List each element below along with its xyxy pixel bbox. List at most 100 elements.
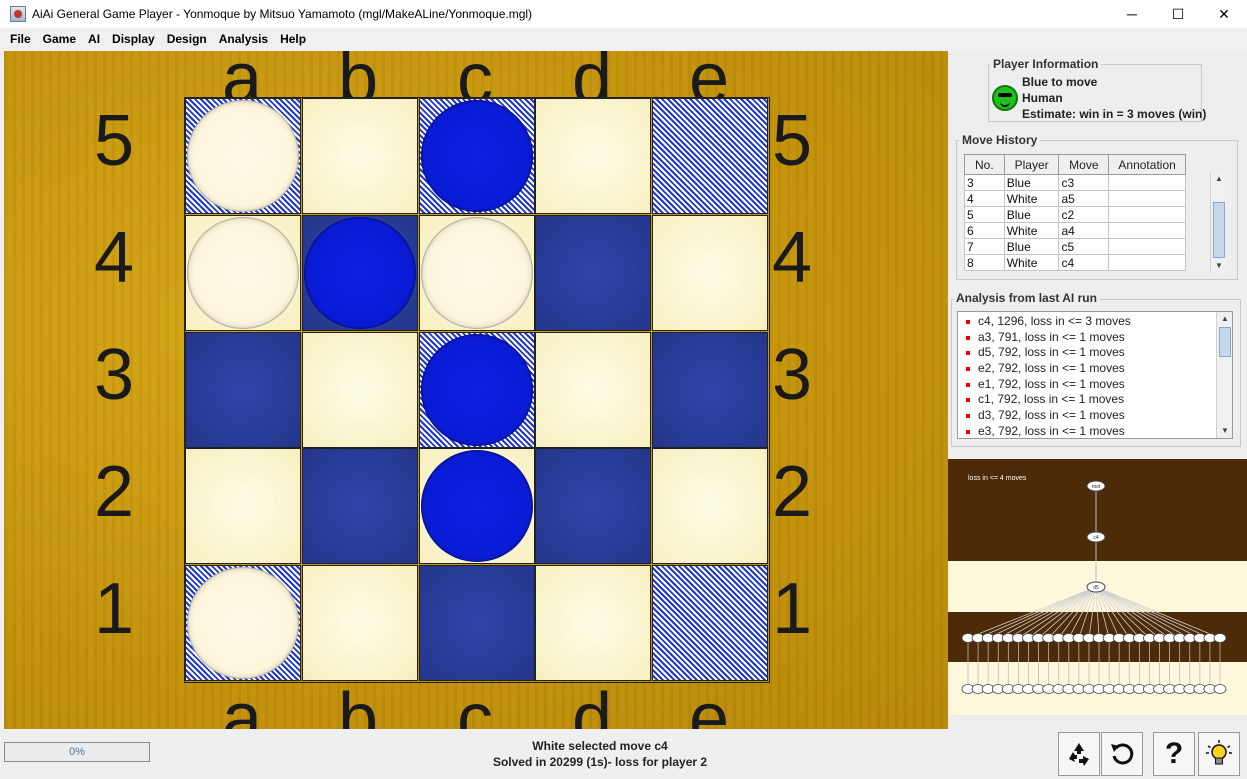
list-item[interactable]: e3, 792, loss in <= 1 moves [958,424,1216,438]
column-header-player[interactable]: Player [1003,154,1060,175]
list-item[interactable]: e1, 792, loss in <= 1 moves [958,377,1216,393]
menu-analysis[interactable]: Analysis [213,32,274,46]
table-cell: 5 [964,206,1005,223]
tree-edge [1095,586,1201,639]
board-square-d2[interactable] [535,448,652,565]
table-cell: 8 [964,254,1005,271]
menu-design[interactable]: Design [161,32,213,46]
white-piece[interactable] [420,216,533,329]
board-square-e2[interactable] [652,448,769,565]
board-area: a b c d e a b c d e 5 4 3 2 1 5 4 3 2 1 [4,51,948,729]
column-header-no[interactable]: No. [964,154,1005,175]
player-estimate: Estimate: win in = 3 moves (win) [1022,107,1207,121]
board-square-c1[interactable] [418,565,535,682]
board-square-b4[interactable] [301,214,418,331]
board-square-d1[interactable] [535,565,652,682]
menu-file[interactable]: File [4,32,37,46]
board-square-e3[interactable] [652,331,769,448]
board-square-d5[interactable] [535,98,652,214]
list-item-text: d5, 792, loss in <= 1 moves [978,345,1125,360]
board-square-c2[interactable] [418,448,535,565]
white-piece[interactable] [187,216,299,329]
tree-leaf-node[interactable] [1213,633,1227,643]
board-square-d4[interactable] [535,214,652,331]
board-square-a3[interactable] [185,331,301,448]
list-item[interactable]: c4, 1296, loss in <= 3 moves [958,314,1216,330]
menu-bar: File Game AI Display Design Analysis Hel… [0,28,1247,50]
board-square-e1[interactable] [652,565,769,682]
blue-piece[interactable] [420,100,533,212]
scroll-thumb[interactable] [1219,327,1231,357]
hint-button[interactable] [1198,732,1240,776]
board-square-b5[interactable] [301,98,418,214]
menu-help[interactable]: Help [274,32,312,46]
close-button[interactable]: ✕ [1201,0,1247,28]
column-header-move[interactable]: Move [1058,154,1110,175]
rank-label-right: 2 [772,452,813,532]
board-square-b1[interactable] [301,565,418,682]
menu-display[interactable]: Display [106,32,161,46]
scroll-down-icon[interactable]: ▼ [1217,424,1232,438]
maximize-button[interactable]: ☐ [1155,0,1201,28]
board-square-c3[interactable] [418,331,535,448]
list-item[interactable]: d5, 792, loss in <= 1 moves [958,345,1216,361]
blue-piece[interactable] [303,216,416,329]
undo-button[interactable] [1101,732,1143,776]
table-row[interactable]: 3 Blue c3 [964,174,1186,191]
board-square-d3[interactable] [535,331,652,448]
board-square-b3[interactable] [301,331,418,448]
list-item[interactable]: d3, 792, loss in <= 1 moves [958,408,1216,424]
table-row[interactable]: 6 White a4 [964,222,1186,239]
table-row[interactable]: 7 Blue c5 [964,238,1186,255]
table-header-row: No. Player Move Annotation [964,154,1186,175]
menu-ai[interactable]: AI [82,32,106,46]
scroll-up-icon[interactable]: ▲ [1217,312,1232,326]
list-item[interactable]: a3, 791, loss in <= 1 moves [958,330,1216,346]
blue-piece[interactable] [420,333,533,446]
table-cell: Blue [1003,174,1060,191]
blue-piece[interactable] [420,450,533,563]
board-square-e5[interactable] [652,98,769,214]
minimize-button[interactable]: ─ [1109,0,1155,28]
scroll-down-icon[interactable]: ▼ [1211,259,1227,273]
list-item-text: c1, 792, loss in <= 1 moves [978,392,1125,407]
scroll-thumb[interactable] [1213,202,1225,258]
board-square-a1[interactable] [185,565,301,682]
tree-leaf-node[interactable] [1213,684,1227,694]
rank-label-right: 5 [772,101,813,181]
board-square-b2[interactable] [301,448,418,565]
table-cell: c3 [1058,174,1110,191]
table-row[interactable]: 5 Blue c2 [964,206,1186,223]
table-cell: White [1003,190,1060,207]
board-square-c5[interactable] [418,98,535,214]
table-cell: White [1003,254,1060,271]
player-info-title: Player Information [990,57,1102,71]
tree-edge [987,586,1097,639]
board-square-a5[interactable] [185,98,301,214]
tree-edge [1095,586,1150,639]
tree-edge [1028,586,1097,639]
recycle-button[interactable] [1058,732,1100,776]
board-square-c4[interactable] [418,214,535,331]
board-square-e4[interactable] [652,214,769,331]
tree-node-label: d5 [1093,585,1099,591]
table-row[interactable]: 8 White c4 [964,254,1186,271]
move-history-scrollbar[interactable]: ▲ ▼ [1210,172,1226,273]
white-piece[interactable] [187,100,299,212]
list-item[interactable]: e2, 792, loss in <= 1 moves [958,361,1216,377]
help-button[interactable]: ? [1153,732,1195,776]
board-square-a2[interactable] [185,448,301,565]
scroll-up-icon[interactable]: ▲ [1211,172,1227,186]
white-piece[interactable] [187,567,299,680]
bullet-icon [966,366,970,371]
status-line-2: Solved in 20299 (1s)- loss for player 2 [492,755,708,769]
analysis-scrollbar[interactable]: ▲ ▼ [1216,312,1232,438]
list-item[interactable]: c1, 792, loss in <= 1 moves [958,392,1216,408]
board-square-a4[interactable] [185,214,301,331]
game-board [184,97,770,683]
menu-game[interactable]: Game [37,32,82,46]
table-row[interactable]: 4 White a5 [964,190,1186,207]
column-header-annotation[interactable]: Annotation [1108,154,1186,175]
file-label-bottom: a [221,679,263,729]
undo-icon [1111,743,1134,765]
